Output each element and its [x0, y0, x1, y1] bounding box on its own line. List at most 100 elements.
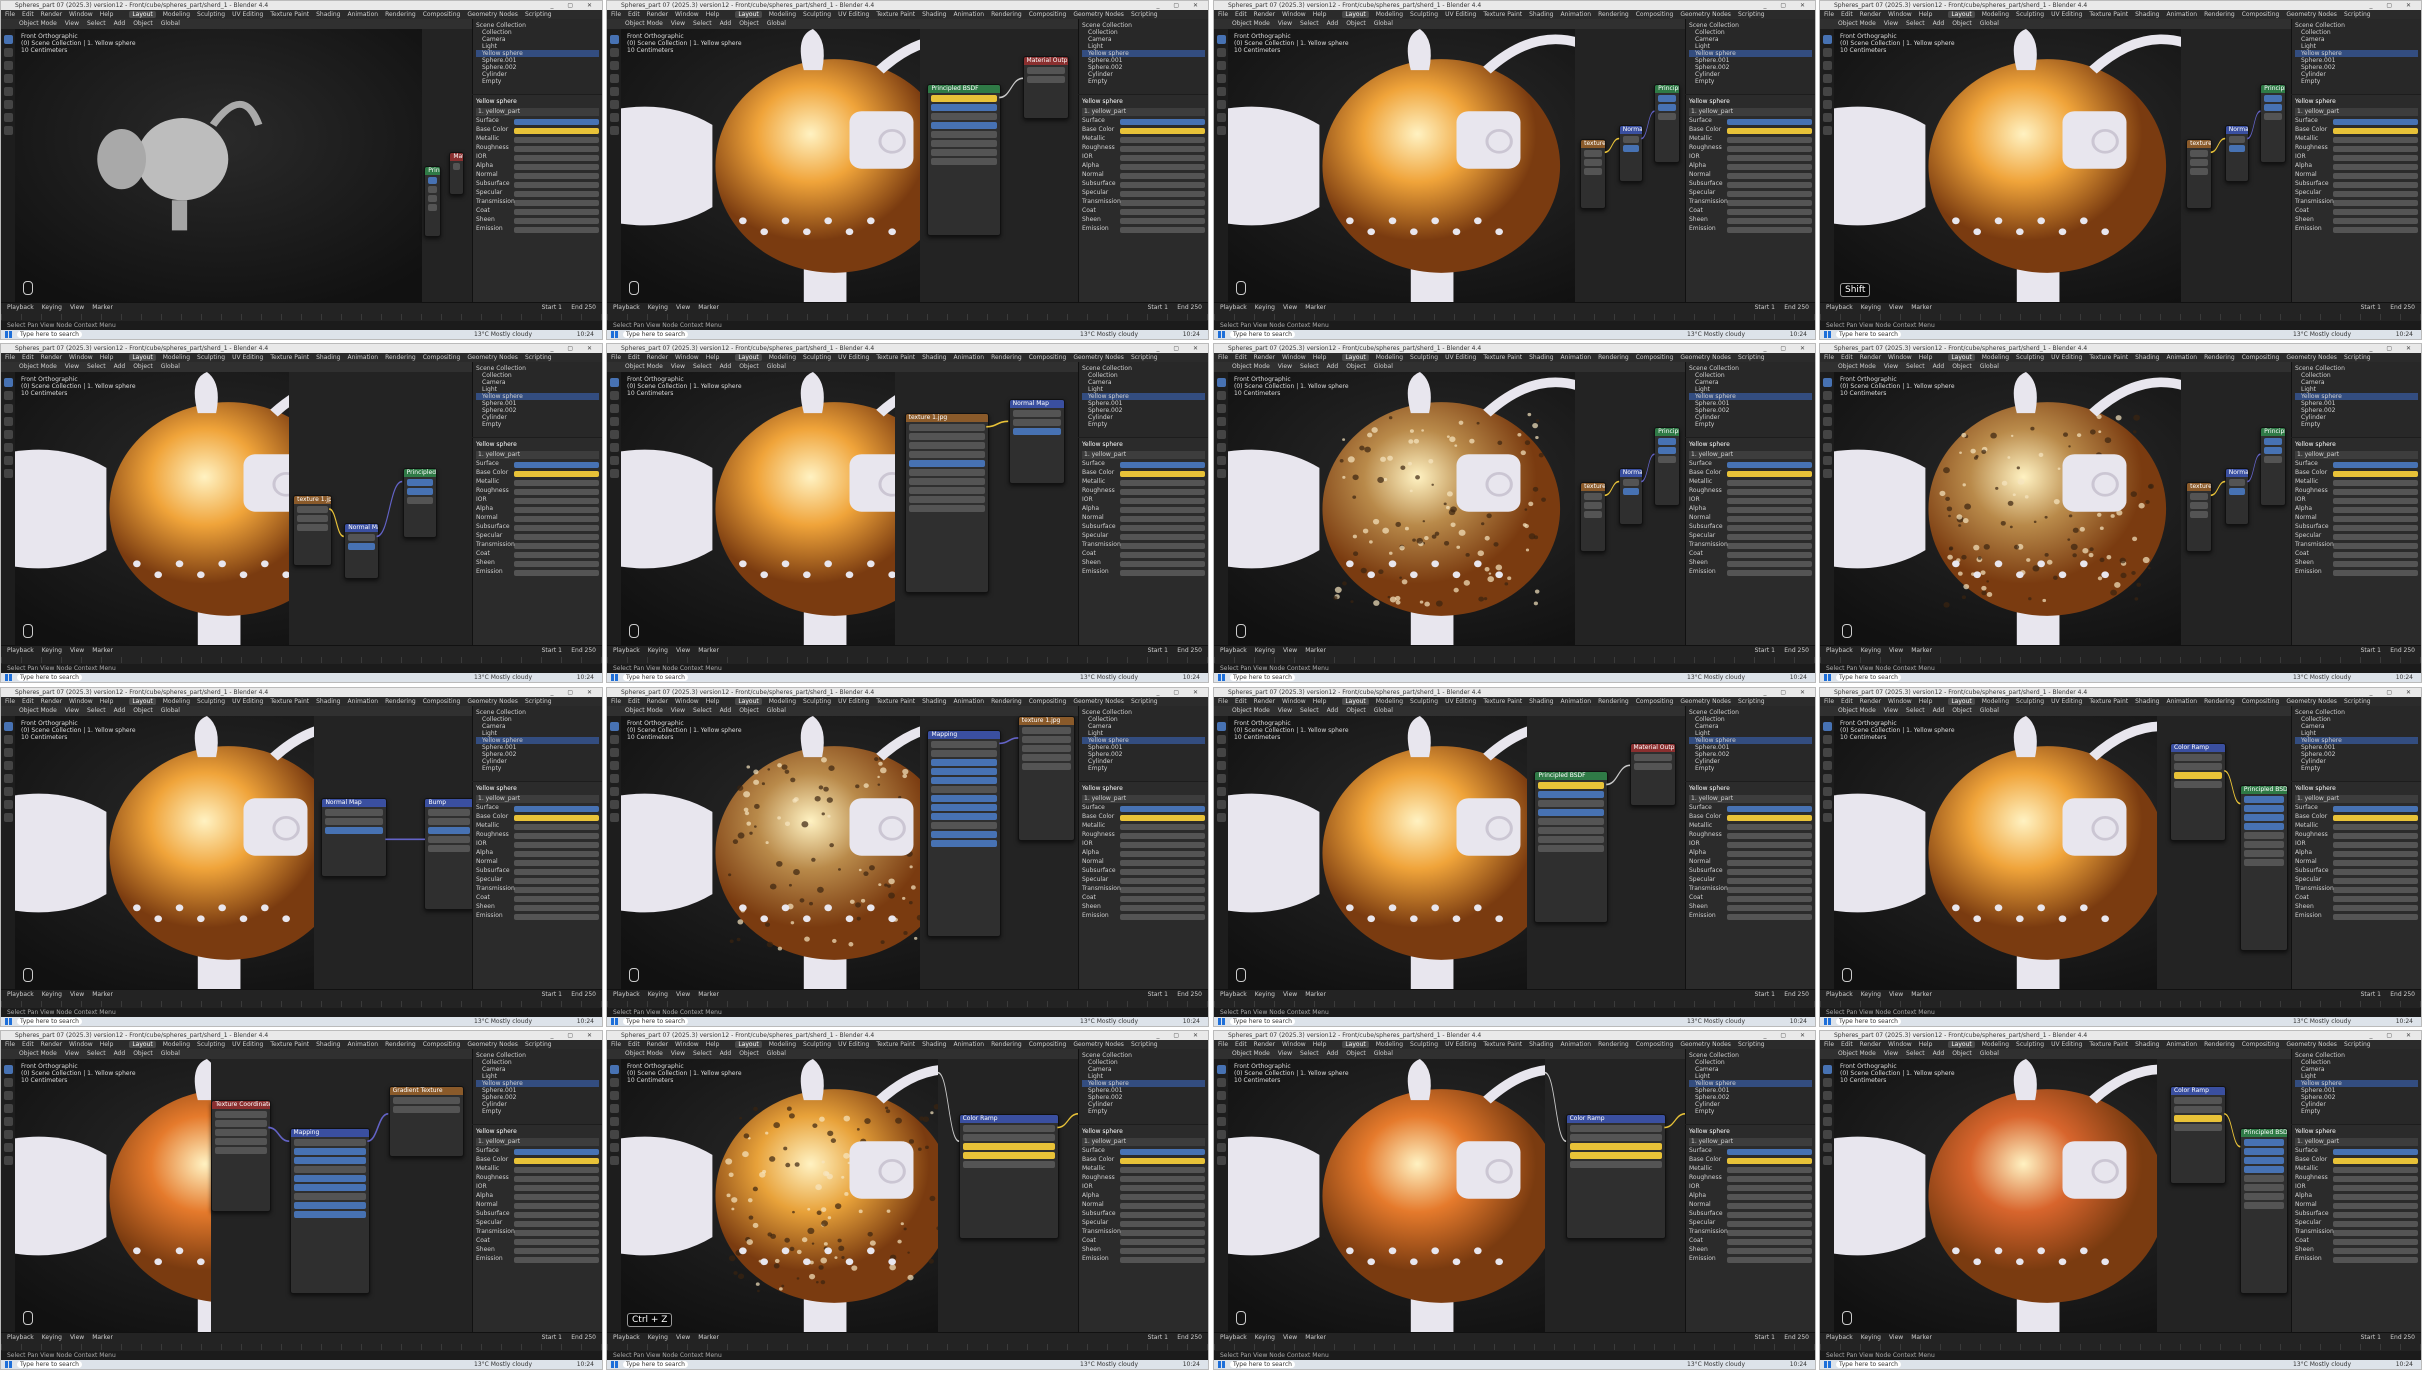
- timeline-menu-item[interactable]: View: [1283, 1334, 1297, 1341]
- outliner-item[interactable]: Light: [476, 386, 599, 393]
- property-row[interactable]: Coat: [476, 896, 599, 902]
- timeline-menu-item[interactable]: Keying: [42, 304, 62, 311]
- property-row[interactable]: Surface: [1689, 1149, 1812, 1155]
- workspace-tab[interactable]: UV Editing: [2051, 354, 2082, 361]
- property-field[interactable]: [514, 173, 599, 179]
- workspace-tab[interactable]: Sculpting: [803, 698, 831, 705]
- select-tool-icon[interactable]: [610, 378, 619, 387]
- cursor-tool-icon[interactable]: [1217, 735, 1226, 744]
- object-name[interactable]: Yellow sphere: [1689, 98, 1812, 106]
- outliner-item[interactable]: Sphere.001: [1082, 1087, 1205, 1094]
- shader-editor[interactable]: Color Ramp Principled BSDF: [2157, 1059, 2291, 1333]
- outliner-item[interactable]: Cylinder: [2295, 71, 2418, 78]
- weather-widget[interactable]: 13°C Mostly cloudy: [1080, 673, 1138, 682]
- workspace-tab[interactable]: UV Editing: [232, 354, 263, 361]
- timeline-menu-item[interactable]: Keying: [648, 304, 668, 311]
- outliner-item[interactable]: Yellow sphere: [1082, 50, 1205, 57]
- property-field[interactable]: [1727, 1248, 1812, 1254]
- property-field[interactable]: [1727, 1212, 1812, 1218]
- outliner-item[interactable]: Collection: [1689, 1059, 1812, 1066]
- property-row[interactable]: Subsurface: [1689, 525, 1812, 531]
- property-row[interactable]: Sheen: [2295, 905, 2418, 911]
- property-row[interactable]: Metallic: [1689, 480, 1812, 486]
- property-field[interactable]: [1120, 1194, 1205, 1200]
- workspace-tab[interactable]: Layout: [129, 698, 155, 705]
- timeline-menu-item[interactable]: Marker: [698, 1334, 719, 1341]
- workspace-tab[interactable]: Rendering: [2204, 1041, 2235, 1048]
- property-field[interactable]: [1727, 227, 1812, 233]
- property-field[interactable]: [514, 489, 599, 495]
- outliner-item[interactable]: Light: [1082, 386, 1205, 393]
- workspace-tab[interactable]: Shading: [2135, 698, 2159, 705]
- property-row[interactable]: Emission: [2295, 1257, 2418, 1263]
- timeline-menu-item[interactable]: Marker: [1911, 304, 1932, 311]
- property-field[interactable]: [1120, 914, 1205, 920]
- scale-tool-icon[interactable]: [4, 87, 13, 96]
- shader-editor[interactable]: texture 1.jpgNormal MapPrincipled BSDF: [289, 372, 472, 646]
- frame-end[interactable]: End 250: [2390, 303, 2415, 312]
- property-row[interactable]: Metallic: [1082, 137, 1205, 143]
- timeline-menu-item[interactable]: View: [676, 304, 690, 311]
- window-controls[interactable]: _ ▢ ✕: [1156, 1031, 1204, 1040]
- property-field[interactable]: [1120, 878, 1205, 884]
- workspace-tab[interactable]: Geometry Nodes: [467, 698, 518, 705]
- property-field[interactable]: [1727, 534, 1812, 540]
- property-field[interactable]: [1120, 824, 1205, 830]
- window-controls[interactable]: _ ▢ ✕: [2369, 344, 2417, 353]
- scale-tool-icon[interactable]: [4, 1117, 13, 1126]
- workspace-tab[interactable]: Geometry Nodes: [1073, 1041, 1124, 1048]
- menu-item[interactable]: File: [1824, 354, 1834, 361]
- outliner-item[interactable]: Light: [2295, 386, 2418, 393]
- workspace-tab[interactable]: Layout: [1342, 11, 1368, 18]
- taskbar-clock[interactable]: 10:24: [577, 673, 594, 682]
- property-field[interactable]: [514, 896, 599, 902]
- select-tool-icon[interactable]: [1217, 1065, 1226, 1074]
- property-row[interactable]: Normal: [476, 173, 599, 179]
- property-field[interactable]: [2333, 128, 2418, 134]
- outliner-item[interactable]: Empty: [2295, 78, 2418, 85]
- annotate-tool-icon[interactable]: [4, 113, 13, 122]
- workspace-tab[interactable]: Sculpting: [2016, 11, 2044, 18]
- node-link[interactable]: [1057, 1114, 1078, 1128]
- node-link[interactable]: [1604, 482, 1618, 496]
- cursor-tool-icon[interactable]: [4, 391, 13, 400]
- property-row[interactable]: Metallic: [1082, 824, 1205, 830]
- cursor-tool-icon[interactable]: [610, 735, 619, 744]
- property-row[interactable]: Alpha: [2295, 164, 2418, 170]
- measure-tool-icon[interactable]: [1823, 813, 1832, 822]
- windows-start-icon[interactable]: [611, 1361, 618, 1368]
- workspace-tab[interactable]: Modeling: [1376, 11, 1403, 18]
- header-menu[interactable]: Object: [133, 20, 153, 27]
- workspace-tab[interactable]: Animation: [347, 1041, 378, 1048]
- workspace-tab[interactable]: Texture Paint: [270, 698, 309, 705]
- workspace-tab[interactable]: Layout: [735, 354, 761, 361]
- workspace-tab[interactable]: Texture Paint: [1483, 11, 1522, 18]
- workspace-tab[interactable]: Geometry Nodes: [1680, 354, 1731, 361]
- property-row[interactable]: Alpha: [1082, 851, 1205, 857]
- property-field[interactable]: [2333, 462, 2418, 468]
- menu-item[interactable]: Render: [647, 354, 668, 361]
- property-field[interactable]: [514, 1257, 599, 1263]
- outliner-item[interactable]: Collection: [476, 1059, 599, 1066]
- property-row[interactable]: Specular: [2295, 191, 2418, 197]
- property-field[interactable]: [1727, 842, 1812, 848]
- annotate-tool-icon[interactable]: [4, 1143, 13, 1152]
- property-row[interactable]: Emission: [1689, 570, 1812, 576]
- taskbar-search[interactable]: Type here to search: [623, 1018, 688, 1025]
- property-row[interactable]: Emission: [476, 227, 599, 233]
- select-tool-icon[interactable]: [610, 722, 619, 731]
- menu-item[interactable]: Render: [1860, 698, 1881, 705]
- property-field[interactable]: [1727, 1230, 1812, 1236]
- property-row[interactable]: Specular: [1689, 878, 1812, 884]
- menu-item[interactable]: File: [1824, 698, 1834, 705]
- workspace-tab[interactable]: Modeling: [769, 11, 796, 18]
- select-tool-icon[interactable]: [1823, 35, 1832, 44]
- outliner-item[interactable]: Sphere.001: [1082, 744, 1205, 751]
- object-name[interactable]: Yellow sphere: [1689, 441, 1812, 449]
- outliner-item[interactable]: Cylinder: [1082, 1101, 1205, 1108]
- property-field[interactable]: [1727, 1203, 1812, 1209]
- annotate-tool-icon[interactable]: [610, 800, 619, 809]
- rotate-tool-icon[interactable]: [4, 761, 13, 770]
- outliner-item[interactable]: Light: [476, 43, 599, 50]
- move-tool-icon[interactable]: [1217, 61, 1226, 70]
